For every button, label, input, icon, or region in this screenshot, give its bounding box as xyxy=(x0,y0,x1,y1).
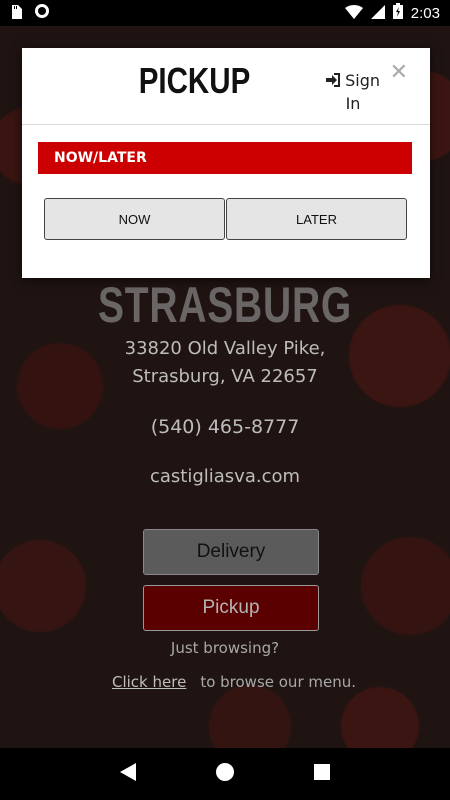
now-button[interactable]: NOW xyxy=(44,198,225,240)
delivery-button[interactable]: Delivery xyxy=(143,529,319,575)
status-bar: 2:03 xyxy=(0,0,450,26)
sync-icon xyxy=(34,3,50,23)
close-icon[interactable]: ✕ xyxy=(390,60,408,85)
address-line2: Strasburg, VA 22657 xyxy=(132,366,318,387)
browsing-text: Just browsing? xyxy=(170,639,280,657)
navigation-bar xyxy=(0,748,450,800)
sign-in-icon xyxy=(326,71,340,93)
recents-icon[interactable] xyxy=(314,764,330,784)
browse-line: Click here to browse our menu. xyxy=(112,673,356,691)
store-name: STRASBURG xyxy=(97,277,353,333)
address-line1: 33820 Old Valley Pike, xyxy=(124,338,326,359)
status-time: 2:03 xyxy=(410,4,440,22)
now-later-header: NOW/LATER xyxy=(38,142,412,174)
later-button[interactable]: LATER xyxy=(226,198,407,240)
sign-in-button[interactable]: Sign In xyxy=(322,70,384,115)
modal-title: PICKUP xyxy=(138,60,251,101)
signal-icon xyxy=(370,4,385,23)
sd-card-icon xyxy=(10,4,22,23)
home-icon[interactable] xyxy=(216,763,234,785)
pickup-modal: PICKUP Sign In ✕ NOW/LATER NOW LATER xyxy=(22,48,430,278)
sign-in-label: Sign In xyxy=(345,71,380,113)
click-here-link[interactable]: Click here xyxy=(112,673,186,691)
pickup-button[interactable]: Pickup xyxy=(143,585,319,631)
phone-number[interactable]: (540) 465-8777 xyxy=(0,416,450,438)
back-icon[interactable] xyxy=(120,763,136,785)
modal-header: PICKUP Sign In ✕ xyxy=(22,48,430,125)
browse-menu-text: to browse our menu. xyxy=(200,673,356,691)
wifi-icon xyxy=(344,4,363,23)
website-link[interactable]: castigliasva.com xyxy=(0,466,450,487)
battery-charging-icon xyxy=(392,3,403,23)
